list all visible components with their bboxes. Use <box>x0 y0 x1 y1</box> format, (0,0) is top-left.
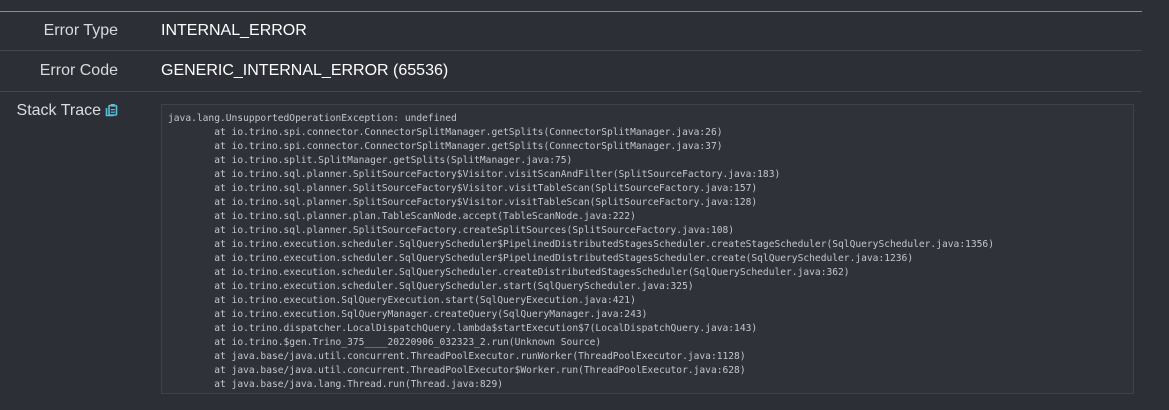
error-code-row: Error Code GENERIC_INTERNAL_ERROR (65536… <box>0 51 1142 92</box>
error-code-label: Error Code <box>39 62 118 79</box>
error-type-value: INTERNAL_ERROR <box>161 22 307 39</box>
stack-trace-row: Stack Trace java.lang.UnsupportedOperati… <box>0 92 1142 410</box>
stack-trace-label-group: Stack Trace <box>17 101 119 121</box>
error-code-value: GENERIC_INTERNAL_ERROR (65536) <box>161 62 449 79</box>
query-error-details: Error Type INTERNAL_ERROR Error Code GEN… <box>0 0 1169 410</box>
stack-trace-label: Stack Trace <box>16 102 101 119</box>
clipboard-icon[interactable] <box>105 103 119 117</box>
error-type-label: Error Type <box>43 22 118 39</box>
stack-trace-box[interactable]: java.lang.UnsupportedOperationException:… <box>161 104 1134 394</box>
error-type-row: Error Type INTERNAL_ERROR <box>0 12 1142 51</box>
stack-trace-text: java.lang.UnsupportedOperationException:… <box>168 113 994 390</box>
